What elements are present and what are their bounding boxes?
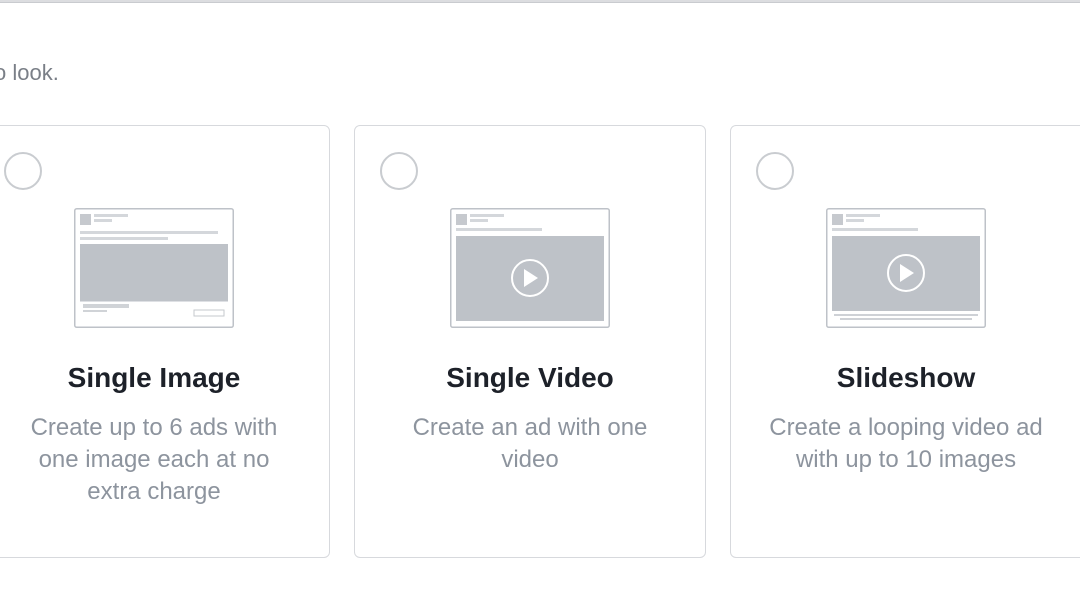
single-image-preview-icon (74, 208, 234, 328)
radio-single-video[interactable] (380, 152, 418, 190)
radio-single-image[interactable] (4, 152, 42, 190)
slideshow-preview-icon (826, 208, 986, 328)
card-description: Create an ad with one video (412, 414, 648, 473)
card-description: Create a looping video ad with up to 10 … (769, 414, 1043, 473)
card-title: Single Image (67, 362, 241, 393)
single-video-preview-icon (450, 208, 610, 328)
top-divider (0, 0, 1080, 3)
format-card-single-image[interactable]: Single Image Create up to 6 ads with one… (0, 125, 330, 558)
intro-text: o look. (0, 60, 59, 85)
card-description: Create up to 6 ads with one image each a… (30, 414, 278, 505)
card-title: Single Video (446, 362, 614, 393)
radio-slideshow[interactable] (756, 152, 794, 190)
format-card-slideshow[interactable]: Slideshow Create a looping video ad with… (730, 125, 1080, 558)
format-card-single-video[interactable]: Single Video Create an ad with one video (354, 125, 706, 558)
card-title: Slideshow (836, 362, 976, 393)
